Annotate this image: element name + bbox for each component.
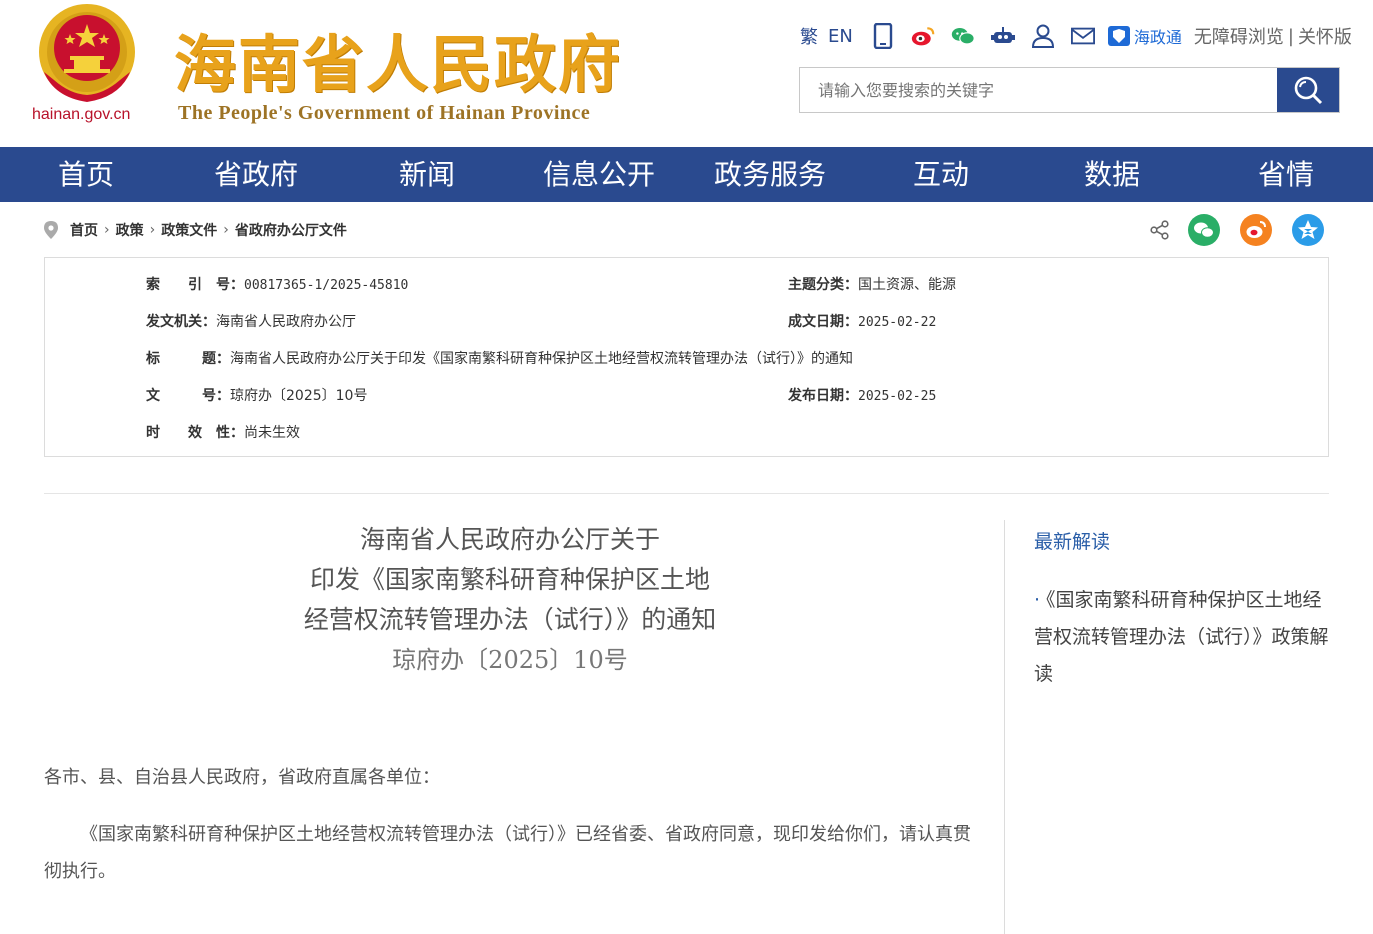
document-metadata-table: 索 引 号：00817365-1/2025-45810 主题分类：国土资源、能源… xyxy=(44,257,1329,457)
share-icon[interactable] xyxy=(1150,220,1170,244)
nav-home[interactable]: 首页 xyxy=(58,147,114,202)
meta-pub-date-value: 2025-02-25 xyxy=(858,389,937,404)
nav-government-services[interactable]: 政务服务 xyxy=(714,147,826,202)
article-title-line-1: 海南省人民政府办公厅关于 xyxy=(359,525,660,554)
wechat-icon[interactable] xyxy=(951,24,975,48)
meta-date: 成文日期：2025-02-22 xyxy=(788,311,936,331)
accessible-browse-link[interactable]: 无障碍浏览 xyxy=(1194,23,1284,49)
meta-title-label: 标 题： xyxy=(146,351,230,367)
site-header: hainan.gov.cn 海南省人民政府 The People's Gover… xyxy=(0,0,1373,147)
traditional-chinese-link[interactable]: 繁 xyxy=(800,23,818,49)
haizhengtong-label: 海政通 xyxy=(1133,28,1182,47)
meta-index-value: 00817365-1/2025-45810 xyxy=(244,278,409,293)
meta-title-value: 海南省人民政府办公厅关于印发《国家南繁科研育种保护区土地经营权流转管理办法（试行… xyxy=(230,351,853,367)
meta-validity-value: 尚未生效 xyxy=(244,425,300,441)
breadcrumb: 首页 › 政策 › 政策文件 › 省政府办公厅文件 xyxy=(44,220,347,240)
meta-pub-date-label: 发布日期： xyxy=(788,388,858,404)
elder-mode-link[interactable]: 关怀版 xyxy=(1298,23,1352,49)
sidebar-divider xyxy=(1004,520,1005,934)
share-qzone-icon[interactable] xyxy=(1292,214,1324,250)
main-nav: 首页 省政府 新闻 信息公开 政务服务 互动 数据 省情 xyxy=(0,147,1373,202)
chevron-right-icon: › xyxy=(149,222,156,238)
site-title[interactable]: 海南省人民政府 xyxy=(174,14,622,104)
meta-topic: 主题分类：国土资源、能源 xyxy=(788,274,956,294)
location-pin-icon xyxy=(44,221,58,239)
nav-provincial-government[interactable]: 省政府 xyxy=(214,147,298,202)
meta-date-label: 成文日期： xyxy=(788,314,858,330)
national-emblem-icon[interactable] xyxy=(34,2,140,106)
toolbar-separator: | xyxy=(1287,25,1294,47)
share-wechat-icon[interactable] xyxy=(1188,214,1220,250)
meta-validity-label: 时 效 性： xyxy=(146,425,244,441)
breadcrumb-home[interactable]: 首页 xyxy=(70,220,98,240)
meta-issuer-label: 发文机关： xyxy=(146,314,216,330)
english-link[interactable]: EN xyxy=(828,26,853,47)
search-box xyxy=(799,67,1340,113)
sidebar-item-label: 《国家南繁科研育种保护区土地经营权流转管理办法（试行）》政策解读 xyxy=(1034,589,1329,685)
meta-date-value: 2025-02-22 xyxy=(858,315,937,330)
meta-index-label: 索 引 号： xyxy=(146,277,244,293)
meta-title: 标 题：海南省人民政府办公厅关于印发《国家南繁科研育种保护区土地经营权流转管理办… xyxy=(146,348,853,368)
meta-issuer: 发文机关：海南省人民政府办公厅 xyxy=(146,311,356,331)
mail-icon[interactable] xyxy=(1070,24,1095,48)
top-toolbar: 繁 EN 海政通 无障碍浏览 | 关怀版 xyxy=(800,20,1352,52)
sidebar-item-interpretation[interactable]: · 《国家南繁科研育种保护区土地经营权流转管理办法（试行）》政策解读 xyxy=(1034,582,1334,693)
nav-data[interactable]: 数据 xyxy=(1084,147,1140,202)
article-title: 海南省人民政府办公厅关于 印发《国家南繁科研育种保护区土地 经营权流转管理办法（… xyxy=(44,520,976,640)
haizhengtong-link[interactable]: 海政通 xyxy=(1107,24,1182,48)
breadcrumb-policy[interactable]: 政策 xyxy=(116,220,144,240)
search-input[interactable] xyxy=(800,68,1277,112)
weibo-icon[interactable] xyxy=(911,24,935,48)
breadcrumb-policy-documents[interactable]: 政策文件 xyxy=(161,220,217,240)
site-domain: hainan.gov.cn xyxy=(32,106,131,123)
nav-information-disclosure[interactable]: 信息公开 xyxy=(543,147,655,202)
meta-docno: 文 号：琼府办〔2025〕10号 xyxy=(146,385,367,405)
search-icon xyxy=(1294,76,1323,105)
haizhengtong-icon xyxy=(1107,26,1130,46)
share-bar xyxy=(1150,214,1344,250)
article-title-line-2: 印发《国家南繁科研育种保护区土地 xyxy=(309,565,710,594)
nav-interaction[interactable]: 互动 xyxy=(913,147,969,202)
meta-validity: 时 效 性：尚未生效 xyxy=(146,422,300,442)
meta-docno-value: 琼府办〔2025〕10号 xyxy=(230,388,368,404)
bullet-dot: · xyxy=(1034,589,1041,611)
nav-province-overview[interactable]: 省情 xyxy=(1258,147,1314,202)
search-button[interactable] xyxy=(1277,68,1339,112)
user-icon[interactable] xyxy=(1031,24,1055,48)
meta-topic-label: 主题分类： xyxy=(788,277,858,293)
chevron-right-icon: › xyxy=(223,222,229,238)
chevron-right-icon: › xyxy=(104,222,110,238)
article-salutation: 各市、县、自治县人民政府，省政府直属各单位： xyxy=(44,767,440,788)
meta-issuer-value: 海南省人民政府办公厅 xyxy=(216,314,356,330)
article-doc-number: 琼府办〔2025〕10号 xyxy=(392,646,628,674)
meta-pub-date: 发布日期：2025-02-25 xyxy=(788,385,936,405)
nav-news[interactable]: 新闻 xyxy=(399,147,455,202)
meta-topic-value: 国土资源、能源 xyxy=(858,277,956,293)
content-divider xyxy=(44,493,1329,494)
mobile-icon[interactable] xyxy=(871,23,895,49)
breadcrumb-office-documents[interactable]: 省政府办公厅文件 xyxy=(235,220,347,240)
article-title-line-3: 经营权流转管理办法（试行）》的通知 xyxy=(303,605,717,634)
robot-icon[interactable] xyxy=(990,24,1015,48)
share-weibo-icon[interactable] xyxy=(1240,214,1272,250)
article-body-paragraph: 《国家南繁科研育种保护区土地经营权流转管理办法（试行）》已经省委、省政府同意，现… xyxy=(44,824,971,882)
site-subtitle: The People's Government of Hainan Provin… xyxy=(178,102,591,124)
meta-docno-label: 文 号： xyxy=(146,388,230,404)
meta-index: 索 引 号：00817365-1/2025-45810 xyxy=(146,274,408,294)
sidebar-title: 最新解读 xyxy=(1034,531,1111,553)
